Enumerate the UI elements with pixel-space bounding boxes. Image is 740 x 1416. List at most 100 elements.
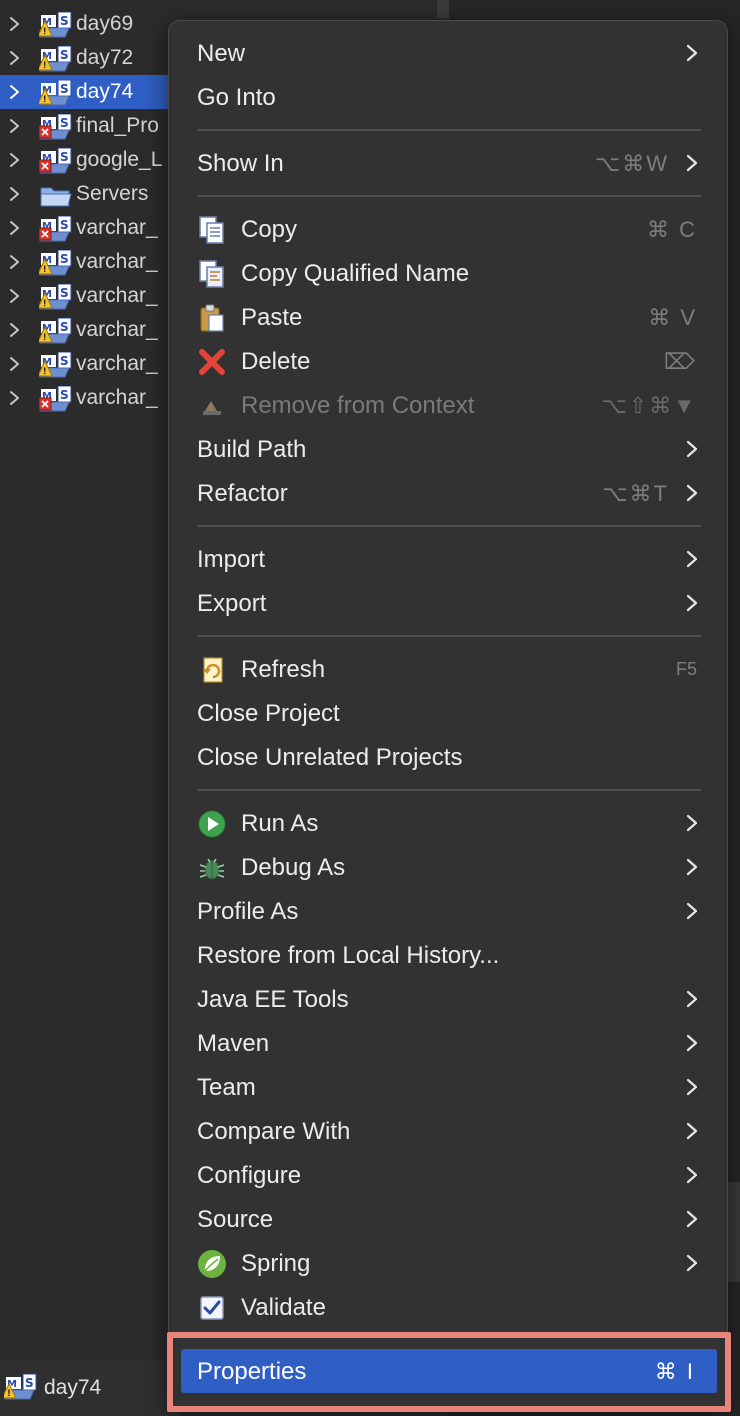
tree-item-label: varchar_ [76, 284, 158, 307]
menu-item-label: Profile As [197, 898, 299, 925]
submenu-arrow-icon [686, 550, 698, 568]
menu-item-label: Copy [241, 216, 298, 243]
maven-project-warning-icon: ! [39, 12, 72, 38]
chevron-right-icon[interactable] [7, 254, 23, 270]
menu-item-label: Validate [241, 1294, 326, 1321]
checkbox-checked-icon [200, 1296, 224, 1320]
submenu-arrow-icon [686, 1210, 698, 1228]
svg-text:!: ! [43, 26, 46, 36]
submenu-arrow-icon [686, 1166, 698, 1184]
menu-separator [197, 635, 701, 637]
menu-item-close-project[interactable]: Close Project [169, 691, 727, 735]
menu-item-build-path[interactable]: Build Path [169, 427, 727, 471]
tree-item-label: varchar_ [76, 318, 158, 341]
menu-item-copy-qualified-name[interactable]: Copy Qualified Name [169, 251, 727, 295]
tree-item-label: varchar_ [76, 250, 158, 273]
menu-separator [197, 129, 701, 131]
menu-item-team[interactable]: Team [169, 1065, 727, 1109]
menu-item-source[interactable]: Source [169, 1197, 727, 1241]
menu-item-configure[interactable]: Configure [169, 1153, 727, 1197]
chevron-right-icon[interactable] [7, 186, 23, 202]
context-menu: New Go Into Show In ⌥⌘W Copy ⌘ C Copy Qu… [168, 20, 728, 1410]
menu-item-profile-as[interactable]: Profile As [169, 889, 727, 933]
menu-item-java-ee-tools[interactable]: Java EE Tools [169, 977, 727, 1021]
menu-item-delete[interactable]: Delete ⌦ [169, 339, 727, 383]
menu-item-new[interactable]: New [169, 31, 727, 75]
copy-qualified-name-icon [199, 260, 224, 288]
chevron-right-icon[interactable] [7, 84, 23, 100]
chevron-right-icon[interactable] [7, 288, 23, 304]
menu-item-label: Debug As [241, 854, 346, 881]
menu-separator [197, 789, 701, 791]
tree-item-label: Servers [76, 182, 149, 205]
folder-icon [40, 187, 72, 207]
menu-item-close-unrelated-projects[interactable]: Close Unrelated Projects [169, 735, 727, 779]
menu-shortcut: ⌥⌘T [602, 481, 669, 506]
menu-item-spring[interactable]: Spring [169, 1241, 727, 1285]
maven-project-warning-icon: ! [4, 1374, 37, 1400]
menu-item-copy[interactable]: Copy ⌘ C [169, 207, 727, 251]
submenu-arrow-icon [686, 1254, 698, 1272]
tree-clipped-row [0, 0, 440, 6]
menu-item-label: Close Project [197, 700, 340, 727]
maven-project-warning-icon: ! [39, 318, 72, 344]
refresh-icon [203, 657, 223, 683]
svg-text:!: ! [43, 264, 46, 274]
run-icon [198, 810, 226, 838]
chevron-right-icon[interactable] [7, 16, 23, 32]
maven-project-warning-icon: ! [39, 250, 72, 276]
chevron-right-icon[interactable] [7, 118, 23, 134]
menu-item-refactor[interactable]: Refactor ⌥⌘T [169, 471, 727, 515]
menu-item-label: Import [197, 546, 266, 573]
menu-item-maven[interactable]: Maven [169, 1021, 727, 1065]
menu-shortcut: ⌥⇧⌘▼ [601, 393, 697, 418]
menu-item-label: Restore from Local History... [197, 942, 500, 969]
maven-project-warning-icon: ! [39, 352, 72, 378]
callout-highlight-box [167, 1332, 731, 1412]
chevron-right-icon[interactable] [7, 322, 23, 338]
delete-icon [199, 349, 225, 375]
chevron-right-icon[interactable] [7, 50, 23, 66]
svg-text:!: ! [43, 60, 46, 70]
menu-item-validate[interactable]: Validate [169, 1285, 727, 1329]
chevron-right-icon[interactable] [7, 356, 23, 372]
menu-item-compare-with[interactable]: Compare With [169, 1109, 727, 1153]
menu-shortcut: ⌥⌘W [594, 151, 669, 176]
submenu-arrow-icon [686, 1122, 698, 1140]
menu-item-refresh[interactable]: Refresh F5 [169, 647, 727, 691]
maven-project-error-icon [39, 148, 72, 174]
tree-item-label: varchar_ [76, 352, 158, 375]
submenu-arrow-icon [686, 44, 698, 62]
menu-item-restore-from-local-history[interactable]: Restore from Local History... [169, 933, 727, 977]
menu-item-label: Export [197, 590, 267, 617]
tree-item-label: varchar_ [76, 386, 158, 409]
menu-shortcut: ⌦ [663, 349, 697, 374]
chevron-right-icon[interactable] [7, 220, 23, 236]
chevron-right-icon[interactable] [7, 390, 23, 406]
paste-icon [200, 304, 224, 332]
menu-item-label: Delete [241, 348, 311, 375]
menu-item-label: Refactor [197, 480, 288, 507]
menu-item-go-into[interactable]: Go Into [169, 75, 727, 119]
svg-text:!: ! [43, 94, 46, 104]
menu-item-remove-from-context[interactable]: Remove from Context ⌥⇧⌘▼ [169, 383, 727, 427]
menu-item-export[interactable]: Export [169, 581, 727, 625]
menu-item-label: Run As [241, 810, 319, 837]
menu-item-import[interactable]: Import [169, 537, 727, 581]
remove-from-context-icon [203, 401, 221, 415]
menu-item-label: Show In [197, 150, 284, 177]
menu-item-paste[interactable]: Paste ⌘ V [169, 295, 727, 339]
svg-text:!: ! [43, 366, 46, 376]
submenu-arrow-icon [686, 990, 698, 1008]
menu-item-debug-as[interactable]: Debug As [169, 845, 727, 889]
menu-item-label: Paste [241, 304, 303, 331]
menu-separator [197, 525, 701, 527]
menu-item-run-as[interactable]: Run As [169, 801, 727, 845]
submenu-arrow-icon [686, 858, 698, 876]
menu-item-show-in[interactable]: Show In ⌥⌘W [169, 141, 727, 185]
status-bar-selection: ! day74 [0, 1360, 180, 1416]
submenu-arrow-icon [686, 154, 698, 172]
tree-item-label: varchar_ [76, 216, 158, 239]
maven-project-error-icon [39, 114, 72, 140]
chevron-right-icon[interactable] [7, 152, 23, 168]
